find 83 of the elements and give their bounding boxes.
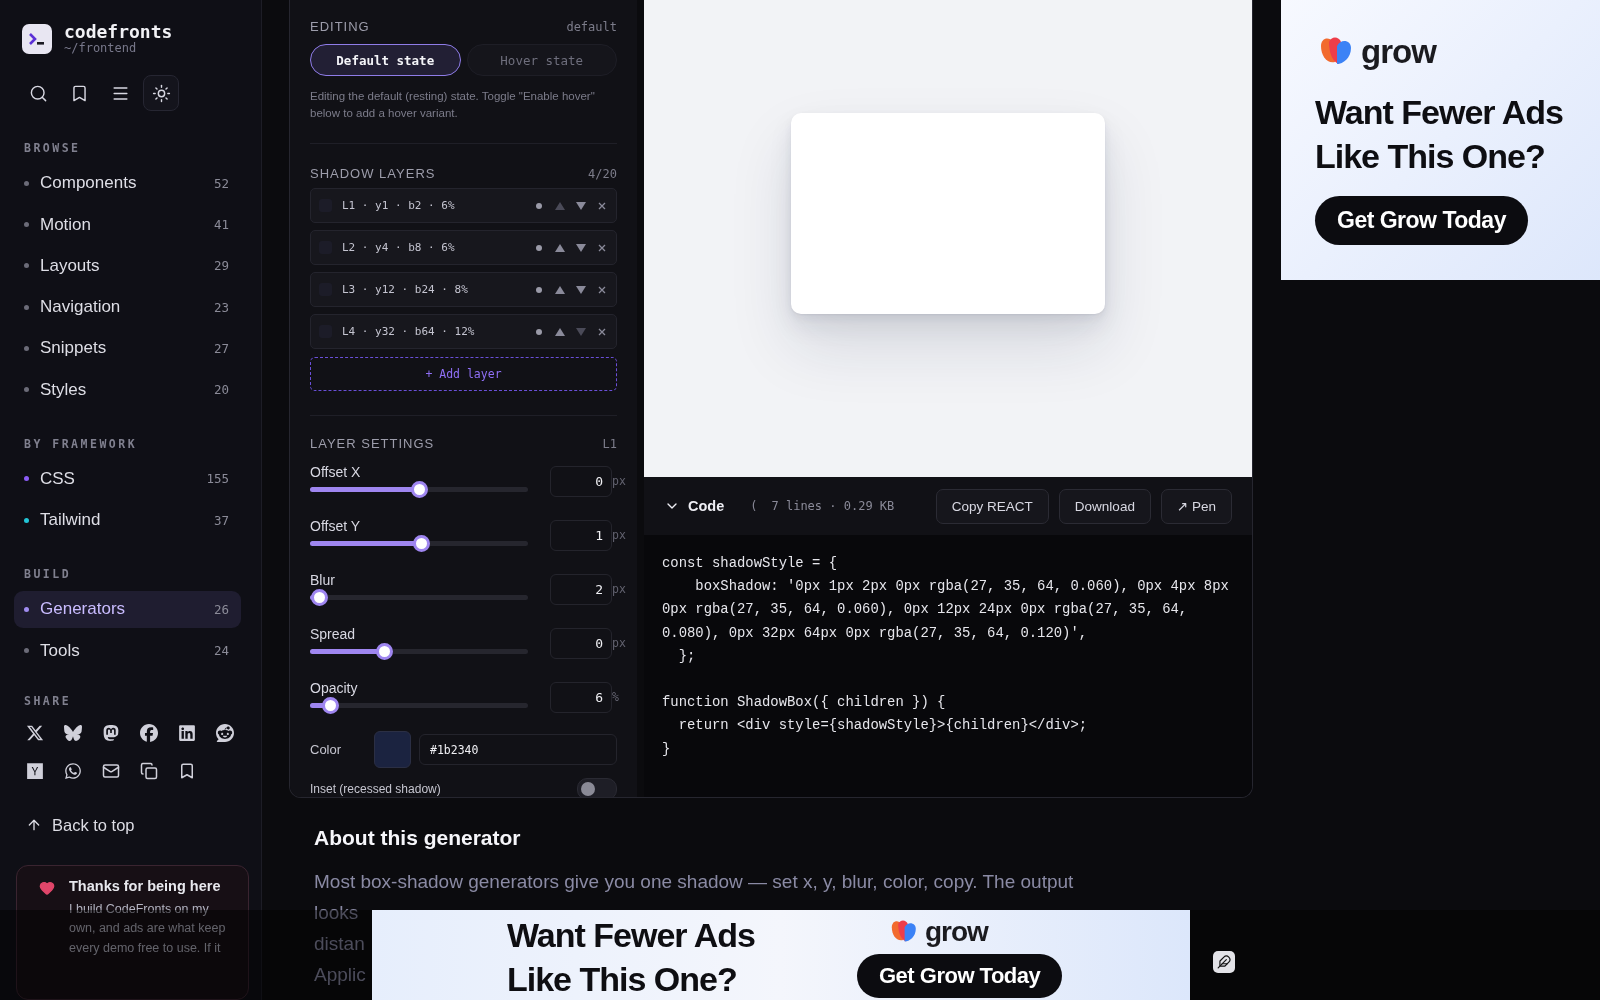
paragraph-text: distan (314, 932, 365, 956)
color-label: Color (310, 742, 343, 757)
back-to-top-link[interactable]: Back to top (26, 815, 241, 835)
paragraph-text: Applic (314, 963, 366, 987)
facebook-icon[interactable] (138, 721, 160, 744)
ad-banner[interactable]: grow Want Fewer Ads Like This One? Get Grow Today (1281, 0, 1600, 280)
layer-id: L1 (602, 436, 617, 451)
code-button[interactable]: Copy REACT (935, 488, 1049, 524)
slider-label: Offset Y (310, 518, 362, 534)
mode-label: default (566, 19, 617, 34)
state-tab[interactable]: Hover state (466, 44, 617, 76)
reddit-icon[interactable] (214, 721, 236, 744)
section-title: SHARE (24, 693, 73, 708)
number-field[interactable]: 1 (550, 519, 612, 551)
ad-cta-button[interactable]: Get Grow Today (1315, 196, 1528, 245)
feather-icon[interactable] (1213, 951, 1235, 973)
slider-label: Offset X (310, 464, 362, 480)
slider-label: Opacity (310, 680, 359, 696)
logo-icon (22, 23, 52, 54)
code-toggle[interactable]: Code (664, 498, 725, 514)
panel-title: EDITING (310, 19, 370, 34)
section-title: BY FRAMEWORK (24, 436, 139, 451)
down-triangle-icon[interactable] (575, 241, 587, 254)
unit-label: px (612, 582, 626, 596)
card-title: Thanks for being here (69, 877, 222, 894)
ad-cta-button[interactable]: Get Grow Today (857, 954, 1063, 998)
state-tab[interactable]: Default state (310, 44, 461, 76)
panel-title: LAYER SETTINGS (310, 436, 435, 451)
down-triangle-icon[interactable] (575, 199, 587, 212)
sidebar-item[interactable]: Components 52 (14, 165, 241, 202)
code-meta: 7 lines · 0.29 KB (771, 499, 896, 513)
ad-headline: Want Fewer Ads Like This One? (1315, 92, 1564, 177)
card-text: every demo free to use. If it (69, 939, 221, 957)
hex-field[interactable]: #1b2340 (419, 734, 617, 765)
hint-text: Editing the default (resting) state. Toggle "Enable hover" below to add a hover variant. (310, 88, 617, 144)
sidebar-item[interactable]: Layouts 29 (14, 247, 241, 285)
down-triangle-icon[interactable] (575, 283, 587, 296)
sidebar-item[interactable]: Styles 20 (14, 371, 241, 408)
unit-label: % (612, 690, 619, 704)
ad-brand: grow (1361, 33, 1436, 71)
sun-icon[interactable] (143, 75, 179, 111)
ad-banner[interactable]: Want Fewer Ads Like This One? grow Get Grow Today (372, 910, 1190, 1000)
code-button[interactable]: ↗ Pen (1160, 488, 1232, 524)
layer-row[interactable]: L2 · y4 · b8 · 6% (310, 230, 617, 265)
brand-name: codefronts (64, 22, 173, 42)
paren-mark: ( (750, 499, 758, 513)
sidebar-item[interactable]: Navigation 23 (14, 288, 241, 326)
slider-label: Spread (310, 626, 357, 642)
sidebar-item[interactable]: Tailwind 37 (14, 501, 241, 539)
number-field[interactable]: 0 (550, 627, 612, 659)
toggle-label: Inset (recessed shadow) (310, 782, 441, 796)
brand-path: ~/frontend (64, 42, 138, 55)
slider-label: Blur (310, 572, 336, 588)
section-heading: About this generator (314, 826, 522, 850)
layer-count: 4/20 (588, 166, 617, 181)
heart-icon (39, 879, 55, 896)
unit-label: px (612, 528, 626, 542)
ad-brand: grow (925, 916, 988, 948)
unit-label: px (612, 636, 626, 650)
card-text: I build CodeFronts on my (69, 900, 209, 918)
number-field[interactable]: 0 (550, 465, 612, 497)
unit-label: px (612, 474, 626, 488)
sidebar-item[interactable]: Tools 24 (14, 632, 241, 669)
sidebar-item[interactable]: Motion 41 (14, 206, 241, 243)
color-swatch[interactable] (374, 731, 411, 768)
paragraph-text: looks (314, 901, 359, 925)
number-field[interactable]: 2 (550, 573, 612, 605)
section-title: BUILD (24, 567, 73, 582)
sidebar-item[interactable]: Generators 26 (14, 591, 241, 628)
code-button[interactable]: Download (1058, 488, 1151, 524)
paragraph-text: Most box-shadow generators give you one shadow — set x, y, blur, color, copy. The output (314, 870, 1074, 894)
panel-title: SHADOW LAYERS (310, 166, 436, 181)
card-text: own, and ads are what keep (69, 920, 226, 938)
number-field[interactable]: 6 (550, 681, 612, 713)
layer-row[interactable]: L1 · y1 · b2 · 6% (310, 188, 617, 223)
add-layer-button[interactable]: + Add layer (310, 357, 617, 391)
layer-row[interactable]: L3 · y12 · b24 · 8% (310, 272, 617, 307)
sidebar-item[interactable]: Snippets 27 (14, 330, 241, 367)
inset-toggle[interactable] (577, 778, 617, 797)
section-title: BROWSE (24, 141, 82, 155)
layer-row[interactable]: L4 · y32 · b64 · 12% (310, 314, 617, 349)
sidebar-item[interactable]: CSS 155 (14, 460, 241, 498)
ad-headline: Want Fewer Ads Like This One? (507, 915, 756, 1000)
